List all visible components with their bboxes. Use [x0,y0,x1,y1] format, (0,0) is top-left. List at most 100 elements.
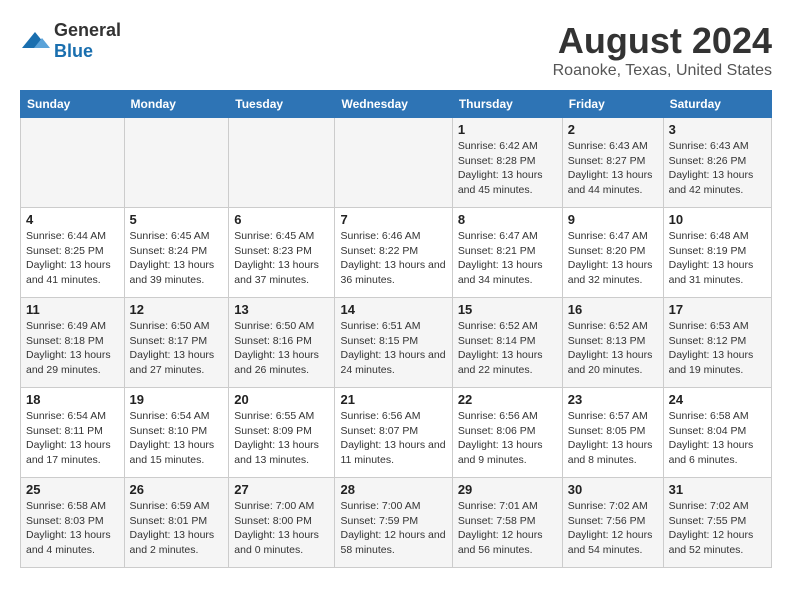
day-info: Sunrise: 7:01 AMSunset: 7:58 PMDaylight:… [458,499,557,558]
day-info: Sunrise: 6:47 AMSunset: 8:20 PMDaylight:… [568,229,658,288]
day-number: 14 [340,302,446,317]
calendar-cell: 17 Sunrise: 6:53 AMSunset: 8:12 PMDayligh… [663,298,771,388]
calendar-cell: 19 Sunrise: 6:54 AMSunset: 8:10 PMDayligh… [124,388,229,478]
day-info: Sunrise: 6:51 AMSunset: 8:15 PMDaylight:… [340,319,446,378]
day-info: Sunrise: 6:43 AMSunset: 8:26 PMDaylight:… [669,139,766,198]
calendar-cell: 22 Sunrise: 6:56 AMSunset: 8:06 PMDayligh… [452,388,562,478]
day-number: 22 [458,392,557,407]
day-info: Sunrise: 6:58 AMSunset: 8:04 PMDaylight:… [669,409,766,468]
main-title: August 2024 [553,20,772,62]
day-number: 17 [669,302,766,317]
calendar-cell: 9 Sunrise: 6:47 AMSunset: 8:20 PMDaylight… [562,208,663,298]
calendar-cell: 29 Sunrise: 7:01 AMSunset: 7:58 PMDayligh… [452,478,562,568]
calendar-cell: 2 Sunrise: 6:43 AMSunset: 8:27 PMDaylight… [562,118,663,208]
header-cell: Friday [562,91,663,118]
calendar-cell: 10 Sunrise: 6:48 AMSunset: 8:19 PMDayligh… [663,208,771,298]
day-number: 8 [458,212,557,227]
day-info: Sunrise: 6:45 AMSunset: 8:24 PMDaylight:… [130,229,224,288]
logo-icon [20,30,50,52]
calendar-cell [21,118,125,208]
calendar-cell: 26 Sunrise: 6:59 AMSunset: 8:01 PMDayligh… [124,478,229,568]
day-number: 13 [234,302,329,317]
day-info: Sunrise: 6:56 AMSunset: 8:06 PMDaylight:… [458,409,557,468]
title-area: August 2024 Roanoke, Texas, United State… [553,20,772,80]
day-info: Sunrise: 7:00 AMSunset: 7:59 PMDaylight:… [340,499,446,558]
day-number: 28 [340,482,446,497]
calendar-cell: 13Sunrise: 6:50 AMSunset: 8:16 PMDayligh… [229,298,335,388]
calendar-week-row: 4Sunrise: 6:44 AMSunset: 8:25 PMDaylight… [21,208,772,298]
calendar-cell: 7 Sunrise: 6:46 AMSunset: 8:22 PMDaylight… [335,208,452,298]
calendar-cell: 3Sunrise: 6:43 AMSunset: 8:26 PMDaylight… [663,118,771,208]
day-info: Sunrise: 6:59 AMSunset: 8:01 PMDaylight:… [130,499,224,558]
calendar-header: SundayMondayTuesdayWednesdayThursdayFrid… [21,91,772,118]
day-info: Sunrise: 6:43 AMSunset: 8:27 PMDaylight:… [568,139,658,198]
day-number: 30 [568,482,658,497]
day-number: 11 [26,302,119,317]
calendar-cell: 25Sunrise: 6:58 AMSunset: 8:03 PMDayligh… [21,478,125,568]
day-number: 2 [568,122,658,137]
day-number: 20 [234,392,329,407]
header-cell: Saturday [663,91,771,118]
calendar-cell [124,118,229,208]
day-number: 7 [340,212,446,227]
calendar-cell: 23 Sunrise: 6:57 AMSunset: 8:05 PMDayligh… [562,388,663,478]
logo: General Blue [20,20,121,62]
day-info: Sunrise: 6:58 AMSunset: 8:03 PMDaylight:… [26,499,119,558]
calendar-cell: 4Sunrise: 6:44 AMSunset: 8:25 PMDaylight… [21,208,125,298]
calendar-cell: 31 Sunrise: 7:02 AMSunset: 7:55 PMDayligh… [663,478,771,568]
day-number: 10 [669,212,766,227]
day-number: 9 [568,212,658,227]
calendar-cell [335,118,452,208]
day-info: Sunrise: 6:56 AMSunset: 8:07 PMDaylight:… [340,409,446,468]
calendar-week-row: 18 Sunrise: 6:54 AMSunset: 8:11 PMDayligh… [21,388,772,478]
day-number: 29 [458,482,557,497]
day-number: 26 [130,482,224,497]
day-info: Sunrise: 6:48 AMSunset: 8:19 PMDaylight:… [669,229,766,288]
day-number: 19 [130,392,224,407]
calendar-cell: 21 Sunrise: 6:56 AMSunset: 8:07 PMDayligh… [335,388,452,478]
day-number: 5 [130,212,224,227]
calendar-cell: 12Sunrise: 6:50 AMSunset: 8:17 PMDayligh… [124,298,229,388]
day-info: Sunrise: 6:46 AMSunset: 8:22 PMDaylight:… [340,229,446,288]
calendar-cell: 6Sunrise: 6:45 AMSunset: 8:23 PMDaylight… [229,208,335,298]
day-info: Sunrise: 6:57 AMSunset: 8:05 PMDaylight:… [568,409,658,468]
calendar-week-row: 1Sunrise: 6:42 AMSunset: 8:28 PMDaylight… [21,118,772,208]
day-number: 21 [340,392,446,407]
calendar-table: SundayMondayTuesdayWednesdayThursdayFrid… [20,90,772,568]
calendar-cell: 20 Sunrise: 6:55 AMSunset: 8:09 PMDayligh… [229,388,335,478]
day-number: 1 [458,122,557,137]
day-number: 18 [26,392,119,407]
calendar-cell: 24Sunrise: 6:58 AMSunset: 8:04 PMDayligh… [663,388,771,478]
day-number: 12 [130,302,224,317]
day-info: Sunrise: 7:02 AMSunset: 7:55 PMDaylight:… [669,499,766,558]
logo-text-blue: Blue [54,41,93,61]
day-info: Sunrise: 6:53 AMSunset: 8:12 PMDaylight:… [669,319,766,378]
day-number: 31 [669,482,766,497]
calendar-cell: 14 Sunrise: 6:51 AMSunset: 8:15 PMDayligh… [335,298,452,388]
day-info: Sunrise: 6:54 AMSunset: 8:11 PMDaylight:… [26,409,119,468]
calendar-cell: 15 Sunrise: 6:52 AMSunset: 8:14 PMDayligh… [452,298,562,388]
header-cell: Sunday [21,91,125,118]
day-number: 15 [458,302,557,317]
header-cell: Wednesday [335,91,452,118]
day-info: Sunrise: 6:54 AMSunset: 8:10 PMDaylight:… [130,409,224,468]
page-header: General Blue August 2024 Roanoke, Texas,… [20,20,772,80]
calendar-cell: 11Sunrise: 6:49 AMSunset: 8:18 PMDayligh… [21,298,125,388]
day-info: Sunrise: 6:47 AMSunset: 8:21 PMDaylight:… [458,229,557,288]
calendar-week-row: 11Sunrise: 6:49 AMSunset: 8:18 PMDayligh… [21,298,772,388]
subtitle: Roanoke, Texas, United States [553,62,772,80]
header-row: SundayMondayTuesdayWednesdayThursdayFrid… [21,91,772,118]
calendar-cell: 18 Sunrise: 6:54 AMSunset: 8:11 PMDayligh… [21,388,125,478]
header-cell: Tuesday [229,91,335,118]
calendar-cell: 30Sunrise: 7:02 AMSunset: 7:56 PMDayligh… [562,478,663,568]
calendar-cell: 27Sunrise: 7:00 AMSunset: 8:00 PMDayligh… [229,478,335,568]
header-cell: Thursday [452,91,562,118]
day-info: Sunrise: 6:55 AMSunset: 8:09 PMDaylight:… [234,409,329,468]
day-info: Sunrise: 6:52 AMSunset: 8:14 PMDaylight:… [458,319,557,378]
logo-text-general: General [54,20,121,40]
day-info: Sunrise: 6:44 AMSunset: 8:25 PMDaylight:… [26,229,119,288]
day-number: 23 [568,392,658,407]
calendar-cell: 8 Sunrise: 6:47 AMSunset: 8:21 PMDaylight… [452,208,562,298]
day-number: 16 [568,302,658,317]
calendar-cell: 16Sunrise: 6:52 AMSunset: 8:13 PMDayligh… [562,298,663,388]
